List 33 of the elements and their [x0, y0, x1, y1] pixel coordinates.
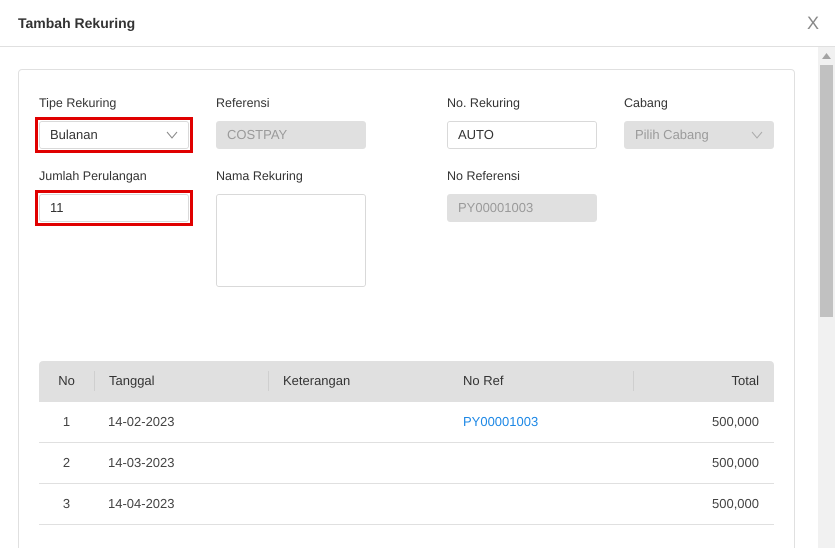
reference-link[interactable]: PY00001003 [463, 414, 538, 429]
field-label: Nama Rekuring [216, 168, 304, 185]
field-label: Tipe Rekuring [39, 95, 118, 112]
field-label: Jumlah Perulangan [39, 168, 148, 185]
table-cell-text: 500,000 [711, 412, 760, 431]
scrollbar-thumb[interactable] [820, 65, 833, 317]
field-label: Cabang [624, 95, 669, 112]
table-cell-text: 500,000 [711, 494, 760, 513]
column-header: Total [633, 371, 774, 391]
column-header: No Ref [462, 372, 504, 390]
column-header: No [57, 372, 76, 390]
field-label: No. Rekuring [447, 95, 521, 112]
select-field[interactable]: Bulanan [39, 120, 189, 149]
table-cell-text: 14-02-2023 [107, 412, 176, 431]
chevron-down-icon [166, 130, 178, 139]
table-cell-text: 500,000 [711, 454, 760, 472]
column-header: Tanggal [94, 371, 268, 391]
field-label: No Referensi [447, 168, 521, 185]
table-cell-text: 14-03-2023 [107, 454, 176, 472]
close-button[interactable]: X [806, 10, 819, 36]
input-field[interactable]: AUTO [447, 120, 597, 149]
input-field[interactable]: 11 [39, 194, 189, 222]
scroll-up-icon[interactable] [822, 53, 831, 59]
chevron-down-icon [751, 130, 763, 139]
table-cell-text: 14-04-2023 [107, 494, 176, 513]
field-label: Referensi [216, 95, 270, 112]
table-cell-text: 3 [62, 494, 72, 513]
column-header: Keterangan [268, 371, 448, 391]
table-cell-text: 2 [62, 454, 72, 472]
textarea-field[interactable] [216, 194, 366, 286]
scrollbar[interactable] [818, 47, 835, 548]
table-cell-text: 1 [62, 412, 72, 431]
dialog-title: Tambah Rekuring [18, 14, 136, 33]
